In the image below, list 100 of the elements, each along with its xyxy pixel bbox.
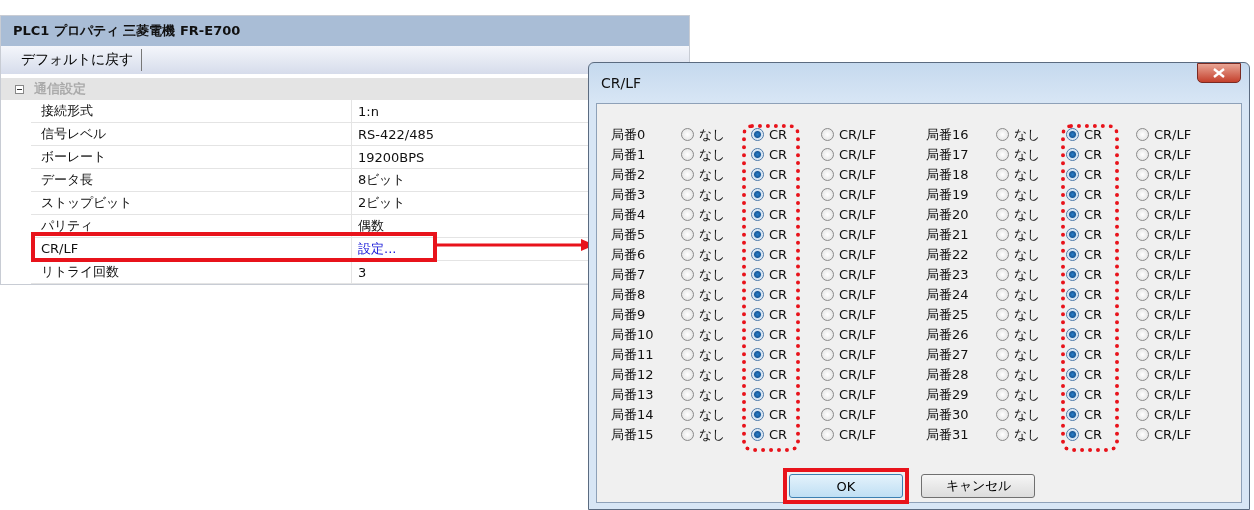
radio-option[interactable]: CR — [1066, 266, 1103, 282]
radio-option[interactable]: なし — [681, 425, 725, 444]
radio-option[interactable]: CR/LF — [1136, 286, 1192, 302]
radio-option[interactable]: CR — [1066, 246, 1103, 262]
radio-option[interactable]: なし — [681, 345, 725, 364]
radio-option[interactable]: CR/LF — [1136, 326, 1192, 342]
radio-option[interactable]: なし — [681, 385, 725, 404]
radio-option[interactable]: CR/LF — [1136, 166, 1192, 182]
settings-link[interactable]: 設定... — [352, 240, 397, 258]
radio-option[interactable]: CR — [1066, 146, 1103, 162]
radio-option[interactable]: なし — [996, 245, 1040, 264]
radio-option[interactable]: CR — [1066, 286, 1103, 302]
radio-option[interactable]: なし — [996, 385, 1040, 404]
radio-option[interactable]: CR — [751, 426, 788, 442]
radio-option[interactable]: CR/LF — [821, 306, 877, 322]
collapse-icon[interactable] — [15, 84, 24, 94]
radio-option[interactable]: なし — [996, 345, 1040, 364]
radio-option[interactable]: CR/LF — [1136, 366, 1192, 382]
radio-option[interactable]: CR — [751, 126, 788, 142]
radio-option[interactable]: CR/LF — [1136, 186, 1192, 202]
radio-option[interactable]: なし — [681, 285, 725, 304]
radio-option[interactable]: CR/LF — [821, 146, 877, 162]
radio-option[interactable]: CR/LF — [821, 266, 877, 282]
radio-option[interactable]: CR — [751, 366, 788, 382]
radio-option[interactable]: CR/LF — [821, 406, 877, 422]
radio-option[interactable]: CR — [1066, 126, 1103, 142]
radio-option[interactable]: なし — [681, 145, 725, 164]
radio-option[interactable]: なし — [996, 425, 1040, 444]
radio-option[interactable]: なし — [681, 405, 725, 424]
radio-option[interactable]: なし — [681, 325, 725, 344]
radio-option[interactable]: CR — [1066, 366, 1103, 382]
radio-option[interactable]: CR — [1066, 426, 1103, 442]
radio-option[interactable]: CR — [751, 286, 788, 302]
radio-option[interactable]: CR/LF — [1136, 406, 1192, 422]
radio-option[interactable]: CR/LF — [821, 426, 877, 442]
radio-option[interactable]: CR/LF — [1136, 306, 1192, 322]
radio-option[interactable]: CR/LF — [1136, 206, 1192, 222]
radio-option[interactable]: CR/LF — [821, 206, 877, 222]
radio-option[interactable]: CR — [751, 386, 788, 402]
radio-option[interactable]: CR — [1066, 206, 1103, 222]
radio-option[interactable]: CR/LF — [821, 226, 877, 242]
radio-option[interactable]: CR — [751, 326, 788, 342]
radio-option[interactable]: CR — [1066, 346, 1103, 362]
radio-option[interactable]: CR/LF — [1136, 226, 1192, 242]
radio-option[interactable]: なし — [996, 365, 1040, 384]
reset-button[interactable]: デフォルトに戻す — [13, 49, 142, 71]
radio-option[interactable]: CR/LF — [821, 346, 877, 362]
radio-option[interactable]: CR — [751, 406, 788, 422]
ok-button[interactable]: OK — [789, 474, 903, 498]
radio-option[interactable]: CR/LF — [1136, 386, 1192, 402]
radio-option[interactable]: CR — [751, 226, 788, 242]
radio-option[interactable]: CR — [751, 306, 788, 322]
radio-option[interactable]: CR/LF — [821, 186, 877, 202]
radio-option[interactable]: CR — [751, 266, 788, 282]
radio-option[interactable]: CR — [751, 186, 788, 202]
radio-option[interactable]: CR/LF — [1136, 246, 1192, 262]
radio-option[interactable]: CR/LF — [821, 326, 877, 342]
radio-option[interactable]: CR — [1066, 306, 1103, 322]
cancel-button[interactable]: キャンセル — [921, 474, 1035, 498]
close-icon[interactable] — [1197, 63, 1241, 83]
radio-option[interactable]: CR — [1066, 406, 1103, 422]
radio-option[interactable]: CR/LF — [1136, 266, 1192, 282]
radio-option[interactable]: CR/LF — [1136, 146, 1192, 162]
radio-option[interactable]: なし — [996, 145, 1040, 164]
radio-option[interactable]: なし — [996, 265, 1040, 284]
radio-option[interactable]: なし — [996, 225, 1040, 244]
radio-option[interactable]: なし — [681, 245, 725, 264]
radio-option[interactable]: なし — [681, 265, 725, 284]
radio-option[interactable]: なし — [996, 205, 1040, 224]
radio-option[interactable]: CR — [1066, 226, 1103, 242]
radio-option[interactable]: なし — [681, 165, 725, 184]
radio-option[interactable]: なし — [996, 305, 1040, 324]
radio-option[interactable]: CR/LF — [821, 246, 877, 262]
radio-option[interactable]: CR/LF — [1136, 346, 1192, 362]
radio-option[interactable]: CR/LF — [1136, 426, 1192, 442]
radio-option[interactable]: CR — [751, 246, 788, 262]
radio-option[interactable]: なし — [996, 405, 1040, 424]
radio-option[interactable]: なし — [996, 285, 1040, 304]
radio-option[interactable]: なし — [681, 185, 725, 204]
radio-option[interactable]: CR — [1066, 326, 1103, 342]
radio-option[interactable]: CR/LF — [821, 166, 877, 182]
radio-option[interactable]: CR/LF — [821, 366, 877, 382]
radio-option[interactable]: なし — [681, 125, 725, 144]
radio-option[interactable]: CR — [751, 346, 788, 362]
radio-option[interactable]: なし — [681, 365, 725, 384]
radio-option[interactable]: なし — [996, 185, 1040, 204]
radio-option[interactable]: CR — [751, 206, 788, 222]
radio-option[interactable]: なし — [681, 205, 725, 224]
radio-option[interactable]: CR — [1066, 186, 1103, 202]
radio-option[interactable]: CR/LF — [1136, 126, 1192, 142]
radio-option[interactable]: なし — [996, 165, 1040, 184]
radio-option[interactable]: CR/LF — [821, 386, 877, 402]
radio-option[interactable]: CR/LF — [821, 126, 877, 142]
radio-option[interactable]: CR — [751, 146, 788, 162]
radio-option[interactable]: CR — [1066, 386, 1103, 402]
radio-option[interactable]: なし — [996, 325, 1040, 344]
radio-option[interactable]: CR — [751, 166, 788, 182]
radio-option[interactable]: なし — [681, 225, 725, 244]
radio-option[interactable]: CR/LF — [821, 286, 877, 302]
radio-option[interactable]: CR — [1066, 166, 1103, 182]
